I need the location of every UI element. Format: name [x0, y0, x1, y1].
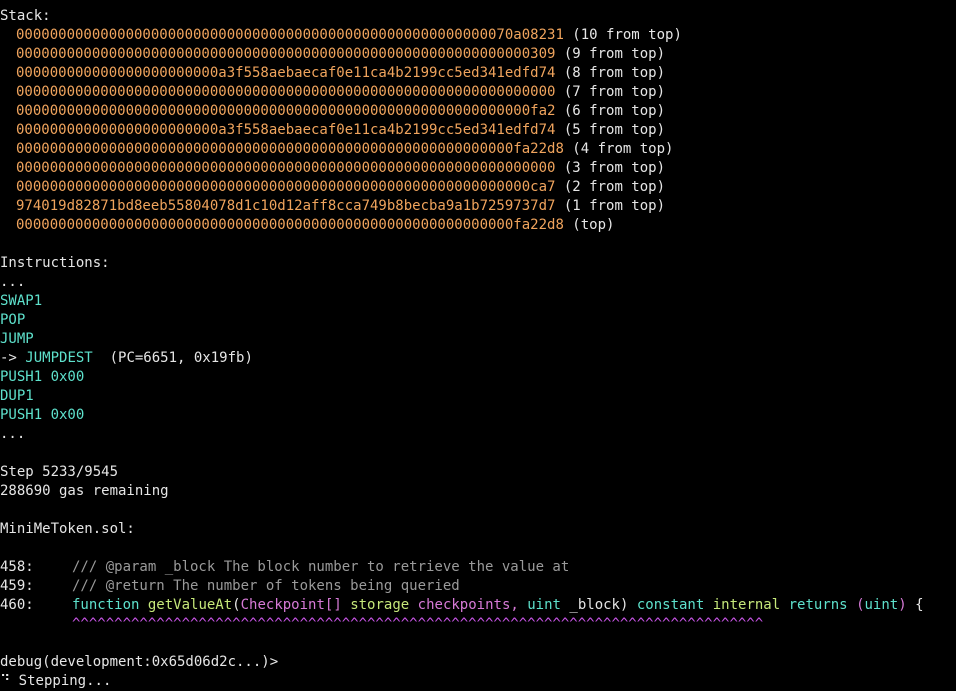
source-comment: /// @return The number of tokens being q…	[72, 578, 460, 594]
instruction-opcode: DUP1	[0, 388, 34, 404]
param-checkpoints: checkpoints,	[417, 597, 519, 613]
keyword-function: function	[72, 597, 140, 613]
line-number: 460:	[0, 597, 34, 613]
line-number: 458:	[0, 559, 34, 575]
stack-position: (1 from top)	[555, 198, 666, 214]
stack-value: 0000000000000000000000000000000000000000…	[16, 84, 556, 100]
stack-entry: 0000000000000000000000000000000000000000…	[0, 140, 956, 159]
stack-value: 0000000000000000000000000000000000000000…	[16, 46, 556, 62]
keyword-internal: internal	[712, 597, 781, 613]
stack-entry: 0000000000000000000000000000000000000000…	[0, 26, 956, 45]
stack-entry: 0000000000000000000000000000000000000000…	[0, 45, 956, 64]
stack-value: 0000000000000000000000000000000000000000…	[16, 179, 556, 195]
instruction-opcode: SWAP1	[0, 293, 43, 309]
stack-position: (6 from top)	[555, 103, 666, 119]
stack-value: 0000000000000000000000000000000000000000…	[16, 103, 556, 119]
stack-entry: 0000000000000000000000000000000000000000…	[0, 178, 956, 197]
instruction-row: PUSH1 0x00	[0, 368, 956, 387]
stepping-status: ⠙ Stepping...	[0, 673, 112, 689]
returns-paren-close: )	[898, 597, 907, 613]
keyword-storage: storage	[350, 597, 410, 613]
stack-entry: 0000000000000000000000000000000000000000…	[0, 216, 956, 235]
paren-open: (	[232, 597, 241, 613]
stack-position: (3 from top)	[555, 160, 666, 176]
returns-type: uint	[864, 597, 899, 613]
stack-value: 000000000000000000000000a3f558aebaecaf0e…	[16, 122, 556, 138]
function-name: getValueAt	[147, 597, 233, 613]
stack-list: 0000000000000000000000000000000000000000…	[0, 26, 956, 235]
instruction-row: POP	[0, 311, 956, 330]
instruction-row: DUP1	[0, 387, 956, 406]
step-counter: Step 5233/9545	[0, 464, 119, 480]
stack-value: 974019d82871bd8eeb55804078d1c10d12aff8cc…	[16, 198, 556, 214]
instruction-row-current: -> JUMPDEST (PC=6651, 0x19fb)	[0, 349, 956, 368]
stack-position: (top)	[563, 217, 615, 233]
stack-position: (4 from top)	[563, 141, 674, 157]
returns-paren-open: (	[856, 597, 865, 613]
source-caret-line: ^^^^^^^^^^^^^^^^^^^^^^^^^^^^^^^^^^^^^^^^…	[0, 615, 956, 634]
instructions-header: Instructions:	[0, 255, 110, 271]
stack-entry: 0000000000000000000000000000000000000000…	[0, 102, 956, 121]
source-line: 459: /// @return The number of tokens bei…	[0, 577, 956, 596]
param-block: _block)	[569, 597, 629, 613]
type-checkpoint: Checkpoint[]	[240, 597, 342, 613]
stack-position: (8 from top)	[555, 65, 666, 81]
instruction-detail: (PC=6651, 0x19fb)	[92, 350, 253, 366]
instruction-opcode: PUSH1 0x00	[0, 407, 85, 423]
stack-entry: 974019d82871bd8eeb55804078d1c10d12aff8cc…	[0, 197, 956, 216]
stack-value: 000000000000000000000000a3f558aebaecaf0e…	[16, 65, 556, 81]
source-filename: MiniMeToken.sol:	[0, 521, 135, 537]
stack-position: (5 from top)	[555, 122, 666, 138]
stack-entry: 0000000000000000000000000000000000000000…	[0, 83, 956, 102]
source-line-current: 460: function getValueAt(Checkpoint[] sto…	[0, 596, 956, 615]
instruction-row: PUSH1 0x00	[0, 406, 956, 425]
stack-position: (2 from top)	[555, 179, 666, 195]
instruction-opcode: JUMPDEST	[25, 350, 93, 366]
source-comment: /// @param _block The block number to re…	[72, 559, 570, 575]
stack-value: 0000000000000000000000000000000000000000…	[16, 217, 564, 233]
keyword-returns: returns	[788, 597, 848, 613]
instruction-opcode: JUMP	[0, 331, 34, 347]
stack-position: (9 from top)	[555, 46, 666, 62]
gas-remaining: 288690 gas remaining	[0, 483, 169, 499]
keyword-uint: uint	[527, 597, 561, 613]
stack-header: Stack:	[0, 8, 51, 24]
line-number: 459:	[0, 578, 34, 594]
instruction-opcode: POP	[0, 312, 26, 328]
stack-position: (7 from top)	[555, 84, 666, 100]
stack-value: 0000000000000000000000000000000000000000…	[16, 160, 556, 176]
brace-open: {	[915, 597, 924, 613]
source-line: 458: /// @param _block The block number t…	[0, 558, 956, 577]
stack-entry: 000000000000000000000000a3f558aebaecaf0e…	[0, 64, 956, 83]
stack-value: 0000000000000000000000000000000000000000…	[16, 27, 564, 43]
stack-entry: 0000000000000000000000000000000000000000…	[0, 159, 956, 178]
instruction-pointer: ->	[0, 350, 26, 366]
stack-value: 0000000000000000000000000000000000000000…	[16, 141, 564, 157]
source-carets: ^^^^^^^^^^^^^^^^^^^^^^^^^^^^^^^^^^^^^^^^…	[72, 616, 764, 632]
terminal-window[interactable]: Stack: 000000000000000000000000000000000…	[0, 0, 956, 689]
debug-prompt[interactable]: debug(development:0x65d06d2c...)>	[0, 653, 956, 672]
instructions-ellipsis-before: ...	[0, 274, 26, 290]
stack-position: (10 from top)	[563, 27, 682, 43]
stack-entry: 000000000000000000000000a3f558aebaecaf0e…	[0, 121, 956, 140]
instruction-row: SWAP1	[0, 292, 956, 311]
instruction-row: JUMP	[0, 330, 956, 349]
instruction-opcode: PUSH1 0x00	[0, 369, 85, 385]
keyword-constant: constant	[636, 597, 705, 613]
instructions-ellipsis-after: ...	[0, 426, 26, 442]
